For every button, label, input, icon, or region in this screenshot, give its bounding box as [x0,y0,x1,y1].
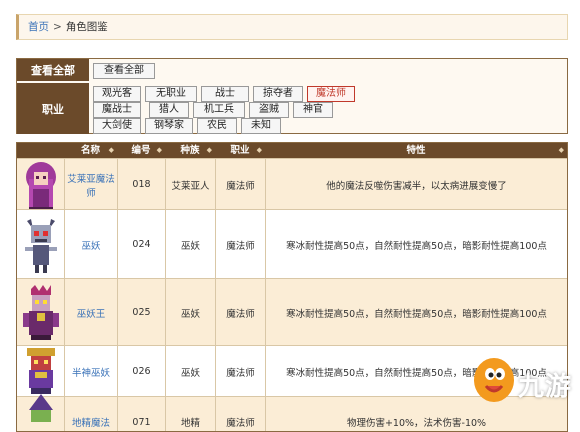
race-cell: 地精 [165,397,215,431]
job-cell: 魔法师 [215,159,265,210]
header-trait[interactable]: 特性 ◆ [265,143,567,158]
name-link[interactable]: 半神巫妖 [72,365,110,379]
job-cell: 魔法师 [215,397,265,431]
job-button-farmer[interactable]: 农民 [197,118,237,134]
header-race[interactable]: 种族 ◆ [165,143,215,158]
name-link[interactable]: 巫妖 [81,238,100,252]
table-row[interactable]: 巫妖王 025 巫妖 魔法师 寒冰耐性提高50点，自然耐性提高50点，暗影耐性提… [17,278,567,346]
sort-icon: ◆ [108,146,114,154]
job-cell: 魔法师 [215,210,265,279]
id-cell: 026 [117,346,165,397]
name-cell[interactable]: 艾莱亚魔法师 [64,159,117,210]
watermark-text: 九游 [518,372,573,402]
job-label: 职业 [17,82,89,134]
job-button-hunter[interactable]: 猎人 [149,102,189,118]
table-row[interactable]: 艾莱亚魔法师 018 艾莱亚人 魔法师 他的魔法反噬伤害减半，以太病进展变慢了 [17,158,567,211]
name-cell[interactable]: 地精魔法 [64,397,117,431]
job-button-priest[interactable]: 神官 [293,102,333,118]
breadcrumb-current: 角色图鉴 [65,21,108,33]
job-button-mechanic[interactable]: 机工兵 [193,102,245,118]
id-cell: 025 [117,279,165,346]
trait-cell: 他的魔法反噬伤害减半，以太病进展变慢了 [265,159,567,210]
avatar [17,210,64,279]
id-cell: 071 [117,397,165,431]
avatar [17,346,64,397]
name-link[interactable]: 巫妖王 [77,306,106,320]
job-button-unknown[interactable]: 未知 [241,118,281,134]
avatar [17,159,64,211]
sort-icon: ◆ [558,146,564,154]
race-cell: 巫妖 [165,210,215,279]
id-cell: 018 [117,159,165,210]
trait-cell: 寒冰耐性提高50点，自然耐性提高50点，暗影耐性提高100点 [265,279,567,346]
job-button-thief[interactable]: 盗贼 [249,102,289,118]
breadcrumb-separator: > [53,21,62,33]
job-button-plunderer[interactable]: 掠夺者 [253,86,303,102]
header-job[interactable]: 职业 ◆ [215,143,265,158]
race-cell: 艾莱亚人 [165,159,215,210]
name-cell[interactable]: 巫妖 [64,210,117,279]
name-cell[interactable]: 半神巫妖 [64,346,117,397]
trait-cell: 寒冰耐性提高50点，自然耐性提高50点，暗影耐性提高100点 [265,210,567,279]
table-header: 名称 ◆ 编号 ◆ 种族 ◆ 职业 ◆ 特性 ◆ [17,143,567,158]
job-button-jobless[interactable]: 无职业 [145,86,197,102]
race-cell: 巫妖 [165,346,215,397]
avatar [17,279,64,346]
breadcrumb-home-link[interactable]: 首页 [28,21,49,33]
id-cell: 024 [117,210,165,279]
avatar [17,394,64,431]
job-button-battlemage[interactable]: 魔战士 [93,102,141,118]
filter-panel: 查看全部 查看全部 职业 观光客 无职业 战士 掠夺者 魔法师 魔战士 猎人 机… [16,58,568,134]
job-button-pianist[interactable]: 钢琴家 [145,118,193,134]
job-button-mage[interactable]: 魔法师 [307,86,355,102]
goblin-mage-icon [28,394,53,422]
job-button-greatsword[interactable]: 大剑使 [93,118,141,134]
header-id[interactable]: 编号 ◆ [117,143,165,158]
sort-icon: ◆ [206,146,212,154]
name-link[interactable]: 地精魔法 [72,415,110,429]
lich-icon [24,218,57,273]
mage-girl-icon [25,161,56,211]
breadcrumb: 首页 > 角色图鉴 [16,14,568,40]
job-button-tourist[interactable]: 观光客 [93,86,141,102]
view-all-label: 查看全部 [17,59,89,81]
header-name[interactable]: 名称 ◆ [64,143,117,158]
name-link[interactable]: 艾莱亚魔法师 [65,171,117,199]
job-cell: 魔法师 [215,346,265,397]
job-cell: 魔法师 [215,279,265,346]
view-all-button[interactable]: 查看全部 [93,63,155,79]
name-cell[interactable]: 巫妖王 [64,279,117,346]
job-button-warrior[interactable]: 战士 [201,86,249,102]
sort-icon: ◆ [256,146,262,154]
lich-king-icon [22,284,59,340]
table-row[interactable]: 巫妖 024 巫妖 魔法师 寒冰耐性提高50点，自然耐性提高50点，暗影耐性提高… [17,209,567,279]
race-cell: 巫妖 [165,279,215,346]
sort-icon: ◆ [156,146,162,154]
